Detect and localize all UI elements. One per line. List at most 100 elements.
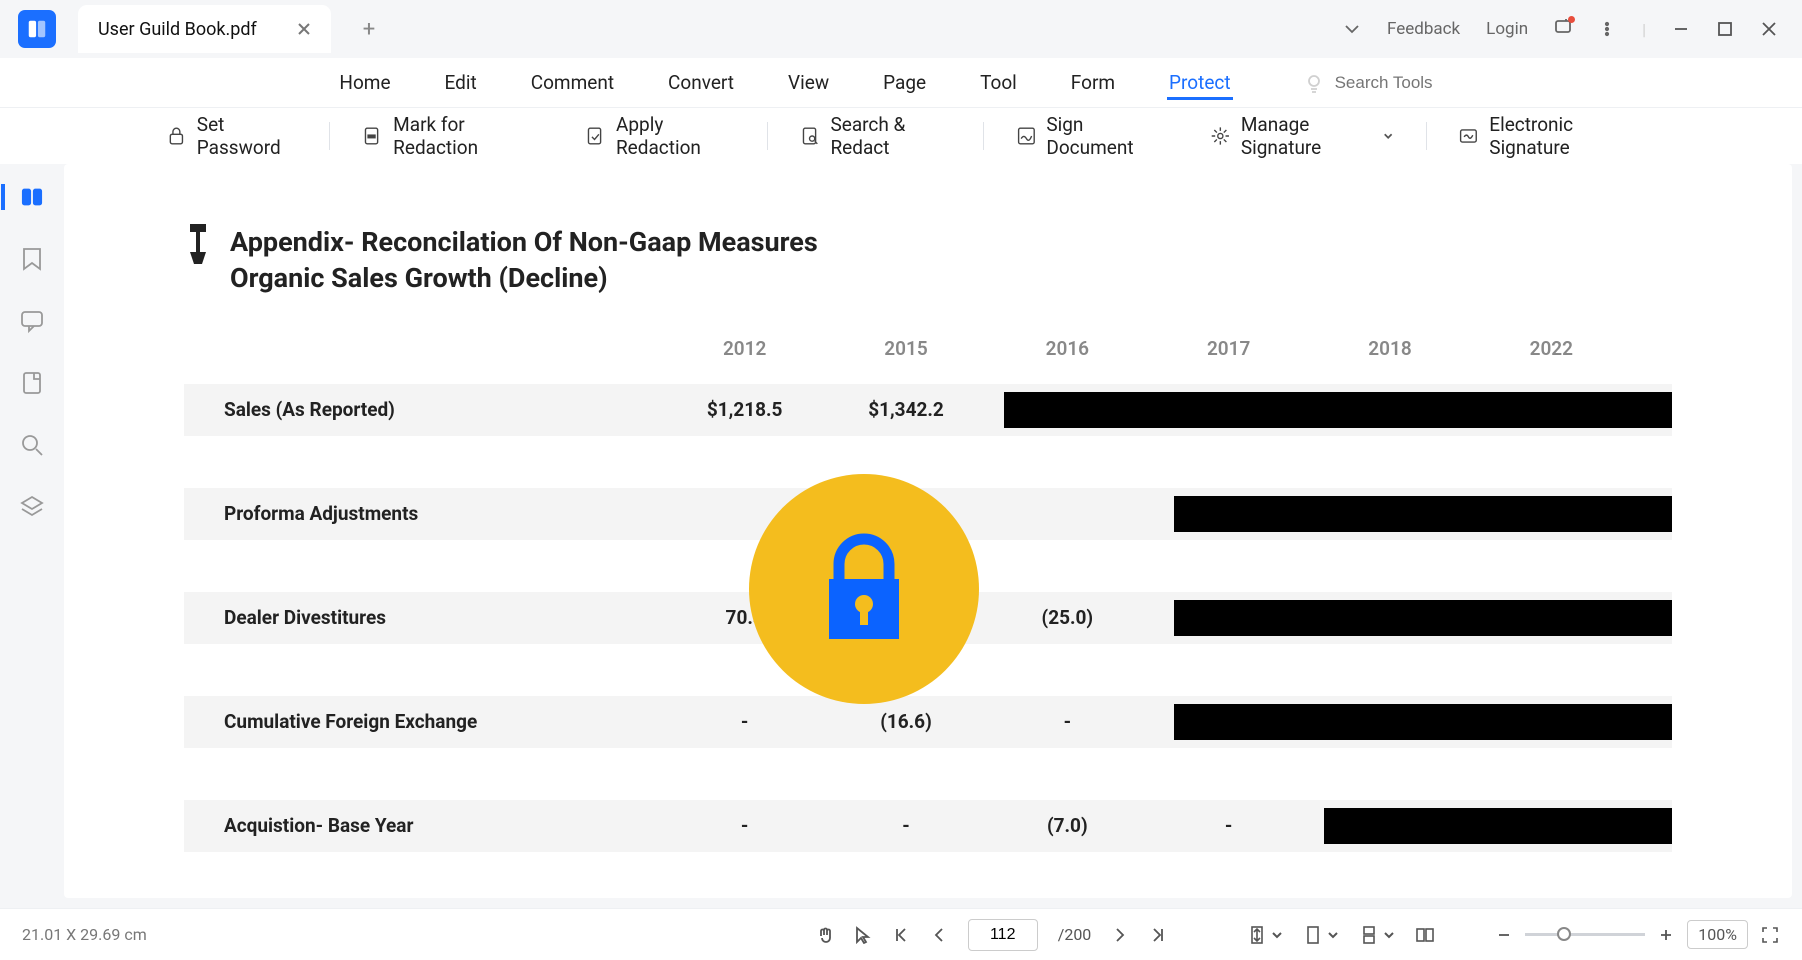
- thumbnails-icon[interactable]: [1, 184, 43, 210]
- menu-protect[interactable]: Protect: [1167, 65, 1233, 100]
- year-header: 2022: [1471, 337, 1632, 360]
- page-dimensions: 21.01 X 29.69 cm: [22, 925, 147, 944]
- redaction-mark: [1174, 704, 1672, 740]
- manage-signature-button[interactable]: Manage Signature: [1184, 113, 1419, 159]
- year-header: 2016: [987, 337, 1148, 360]
- fullscreen-icon[interactable]: [1760, 925, 1780, 945]
- chevron-down-icon[interactable]: [1383, 929, 1395, 941]
- year-header: 2012: [664, 337, 825, 360]
- lock-icon: [166, 124, 187, 148]
- gear-icon: [1210, 124, 1231, 148]
- redaction-mark: [1174, 600, 1672, 636]
- fit-height-icon[interactable]: [1247, 925, 1267, 945]
- document-title: Appendix- Reconcilation Of Non-Gaap Meas…: [230, 224, 818, 297]
- scroll-mode-icon[interactable]: [1359, 925, 1379, 945]
- close-icon[interactable]: [297, 22, 311, 36]
- menu-home[interactable]: Home: [337, 65, 392, 100]
- tool-label: Electronic Signature: [1489, 113, 1636, 159]
- search-redact-button[interactable]: Search & Redact: [774, 113, 977, 159]
- page-total: /200: [1058, 925, 1092, 944]
- close-window-icon[interactable]: [1760, 20, 1778, 38]
- menu-view[interactable]: View: [786, 65, 831, 100]
- single-page-icon[interactable]: [1303, 925, 1323, 945]
- reading-mode-icon[interactable]: [1415, 925, 1435, 945]
- last-page-icon[interactable]: [1149, 926, 1167, 944]
- notification-button[interactable]: [1554, 18, 1572, 40]
- maximize-icon[interactable]: [1716, 20, 1734, 38]
- menu-tool[interactable]: Tool: [978, 65, 1019, 100]
- year-header: 2018: [1309, 337, 1470, 360]
- attachment-icon[interactable]: [19, 370, 45, 396]
- notification-dot: [1568, 16, 1575, 23]
- mark-redaction-button[interactable]: Mark for Redaction: [336, 113, 559, 159]
- signature-icon: [1016, 124, 1037, 148]
- table-row: Sales (As Reported) $1,218.5 $1,342.2: [184, 384, 1672, 436]
- chevron-down-icon: [1383, 130, 1393, 142]
- menu-edit[interactable]: Edit: [443, 65, 479, 100]
- prev-page-icon[interactable]: [930, 926, 948, 944]
- zoom-percent[interactable]: 100%: [1687, 920, 1748, 949]
- chevron-down-icon[interactable]: [1343, 20, 1361, 38]
- year-header: 2015: [825, 337, 986, 360]
- lock-icon: [814, 529, 914, 649]
- zoom-in-icon[interactable]: [1657, 926, 1675, 944]
- more-icon[interactable]: [1598, 20, 1616, 38]
- first-page-icon[interactable]: [892, 926, 910, 944]
- titlebar: User Guild Book.pdf + Feedback Login |: [0, 0, 1802, 58]
- apply-redaction-button[interactable]: Apply Redaction: [559, 113, 761, 159]
- tool-label: Mark for Redaction: [393, 113, 533, 159]
- tool-label: Search & Redact: [830, 113, 950, 159]
- redaction-mark: [1174, 496, 1672, 532]
- sidebar: [0, 164, 64, 908]
- chevron-down-icon[interactable]: [1327, 929, 1339, 941]
- zoom-out-icon[interactable]: [1495, 926, 1513, 944]
- status-bar: 21.01 X 29.69 cm /200 100%: [0, 908, 1802, 960]
- document-check-icon: [585, 124, 606, 148]
- document-view: Appendix- Reconcilation Of Non-Gaap Meas…: [64, 164, 1792, 898]
- feedback-link[interactable]: Feedback: [1387, 19, 1460, 39]
- set-password-button[interactable]: Set Password: [140, 113, 323, 159]
- lightbulb-icon: [1303, 72, 1325, 94]
- bookmark-icon[interactable]: [19, 246, 45, 272]
- tool-label: Sign Document: [1046, 113, 1158, 159]
- search-tools[interactable]: [1303, 72, 1465, 94]
- menu-bar: Home Edit Comment Convert View Page Tool…: [0, 58, 1802, 108]
- next-page-icon[interactable]: [1111, 926, 1129, 944]
- redaction-mark: [1004, 392, 1672, 428]
- year-header: 2017: [1148, 337, 1309, 360]
- sign-document-button[interactable]: Sign Document: [990, 113, 1185, 159]
- tool-label: Apply Redaction: [616, 113, 735, 159]
- layers-icon[interactable]: [19, 494, 45, 520]
- menu-page[interactable]: Page: [881, 65, 928, 100]
- menu-convert[interactable]: Convert: [666, 65, 736, 100]
- electronic-signature-button[interactable]: Electronic Signature: [1432, 113, 1662, 159]
- zoom-slider[interactable]: [1525, 933, 1645, 936]
- app-logo-icon: [18, 10, 56, 48]
- esign-icon: [1458, 124, 1479, 148]
- page-number-input[interactable]: [968, 919, 1038, 951]
- lock-badge-overlay: [749, 474, 979, 704]
- zoom-controls: 100%: [1495, 920, 1780, 949]
- login-link[interactable]: Login: [1486, 19, 1528, 39]
- tab-title: User Guild Book.pdf: [98, 19, 257, 40]
- tool-label: Set Password: [197, 113, 298, 159]
- search-tools-input[interactable]: [1335, 73, 1465, 93]
- section-icon: [184, 224, 212, 264]
- menu-form[interactable]: Form: [1069, 65, 1117, 100]
- menu-comment[interactable]: Comment: [529, 65, 616, 100]
- document-tab[interactable]: User Guild Book.pdf: [78, 5, 331, 53]
- hand-tool-icon[interactable]: [816, 926, 834, 944]
- table-row: Cumulative Foreign Exchange - (16.6) -: [184, 696, 1672, 748]
- redaction-mark: [1324, 808, 1672, 844]
- comment-icon[interactable]: [19, 308, 45, 334]
- main-area: Appendix- Reconcilation Of Non-Gaap Meas…: [0, 164, 1802, 908]
- table-header: 2012 2015 2016 2017 2018 2022: [184, 337, 1672, 360]
- document-search-icon: [800, 124, 821, 148]
- search-icon[interactable]: [19, 432, 45, 458]
- select-tool-icon[interactable]: [854, 926, 872, 944]
- chevron-down-icon[interactable]: [1271, 929, 1283, 941]
- minimize-icon[interactable]: [1672, 20, 1690, 38]
- protect-toolbar: Set Password Mark for Redaction Apply Re…: [0, 108, 1802, 164]
- document-mark-icon: [362, 124, 383, 148]
- new-tab-button[interactable]: +: [363, 17, 375, 42]
